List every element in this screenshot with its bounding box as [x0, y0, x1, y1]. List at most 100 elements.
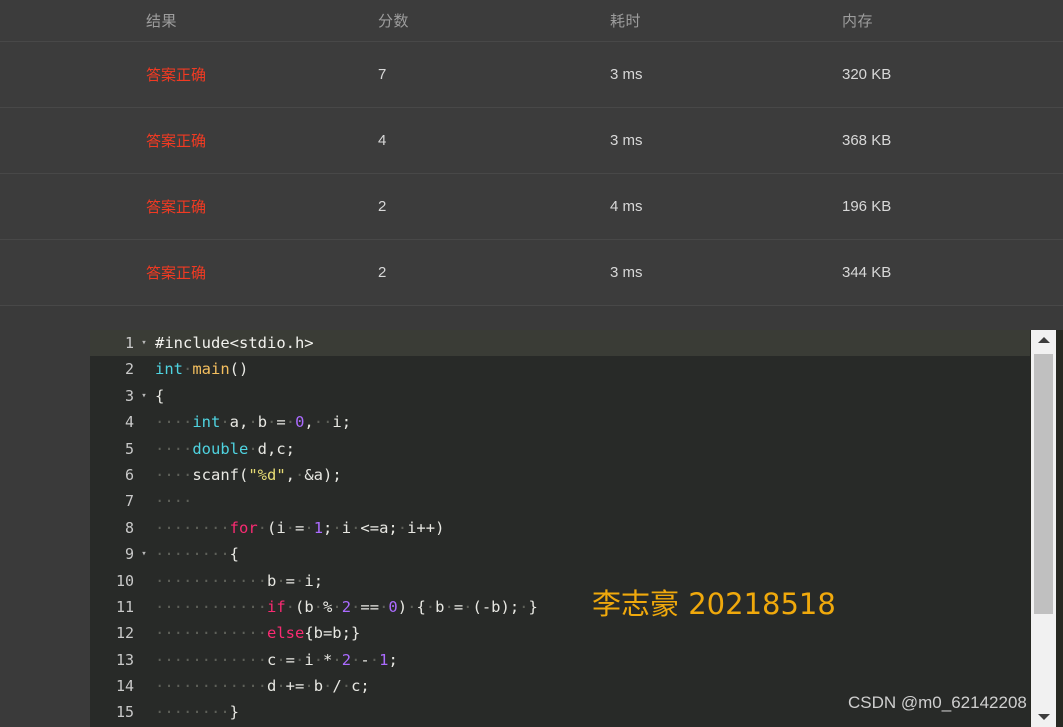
fold-toggle-icon[interactable]: ▾: [136, 330, 152, 356]
code-token: ·: [295, 571, 305, 590]
code-token: ·: [313, 597, 324, 616]
code-token: ········: [155, 518, 230, 537]
code-token: c;: [351, 677, 370, 696]
code-line[interactable]: 14 ············d·+=·b·/·c;: [90, 673, 1030, 699]
line-number: 7: [124, 492, 134, 511]
code-token: ,: [304, 413, 314, 432]
cell-time: 4 ms: [610, 198, 643, 215]
code-token: (b: [295, 597, 314, 616]
code-token: i;: [332, 413, 352, 432]
source-code-editor[interactable]: 1 ▾ #include<stdio.h> 2 int·main() 3 ▾{4 ····in…: [90, 330, 1063, 727]
line-number: 6: [124, 465, 134, 484]
code-token: =: [285, 650, 296, 669]
submission-results-table: 结果 分数 耗时 内存 答案正确 7 3 ms 320 KB 答案正确 4 3 …: [0, 0, 1063, 306]
column-header-time: 耗时: [610, 13, 642, 30]
code-line[interactable]: 6 ····scanf("%d",·&a);: [90, 462, 1030, 488]
code-token: ;: [323, 518, 333, 537]
code-token: ·: [248, 413, 258, 432]
code-token: int: [192, 413, 221, 432]
cell-time: 3 ms: [610, 132, 643, 149]
scroll-up-arrow-icon[interactable]: [1031, 330, 1056, 350]
code-token: ,: [285, 465, 295, 484]
editor-scrollbar[interactable]: [1031, 330, 1056, 727]
code-token: 2: [341, 597, 352, 616]
code-line[interactable]: 11 ············if·(b·%·2·==·0)·{·b·=·(-b)…: [90, 594, 1030, 620]
line-number: 12: [115, 624, 134, 643]
fold-toggle-icon[interactable]: ▾: [136, 541, 152, 567]
code-token: 0: [388, 597, 398, 616]
code-token: ·: [220, 413, 230, 432]
code-token: ·: [444, 597, 454, 616]
table-row[interactable]: 答案正确 2 3 ms 344 KB: [0, 240, 1063, 306]
code-line[interactable]: 15 ········}: [90, 699, 1030, 725]
code-line[interactable]: 5 ····double·d,c;: [90, 436, 1030, 462]
code-line[interactable]: 2 int·main(): [90, 356, 1030, 382]
code-token: ·: [425, 597, 436, 616]
code-token: ·: [295, 650, 305, 669]
code-content: ········}: [152, 699, 239, 725]
fold-toggle-icon[interactable]: ▾: [136, 383, 152, 409]
code-token: ············: [155, 624, 267, 643]
code-token: ·: [183, 360, 193, 379]
cell-verdict[interactable]: 答案正确: [146, 130, 378, 151]
scrollbar-thumb[interactable]: [1034, 354, 1053, 614]
code-line[interactable]: 10 ············b·=·i;: [90, 568, 1030, 594]
code-token: int: [155, 360, 183, 379]
scroll-down-arrow-icon[interactable]: [1031, 707, 1056, 727]
line-number: 1: [124, 334, 134, 352]
code-token: ········: [155, 703, 230, 722]
code-token: i: [304, 650, 314, 669]
table-row[interactable]: 答案正确 7 3 ms 320 KB: [0, 42, 1063, 108]
table-row[interactable]: 答案正确 2 4 ms 196 KB: [0, 174, 1063, 240]
code-token: ): [397, 597, 408, 616]
code-content: ····: [152, 488, 192, 514]
code-content: ············b·=·i;: [152, 568, 323, 594]
table-row[interactable]: 答案正确 4 3 ms 368 KB: [0, 108, 1063, 174]
code-token: ·: [519, 597, 529, 616]
code-token: ····: [155, 465, 193, 484]
code-token: ·: [463, 597, 473, 616]
table-header-row: 结果 分数 耗时 内存: [0, 0, 1063, 42]
code-line[interactable]: 13 ············c·=·i·*·2·-·1;: [90, 647, 1030, 673]
code-token: "%d": [248, 465, 286, 484]
code-content: #include<stdio.h>: [152, 330, 314, 356]
code-token: ·: [332, 597, 342, 616]
code-line[interactable]: 1 ▾ #include<stdio.h>: [90, 330, 1030, 357]
code-token: ············: [155, 677, 267, 696]
code-content: ············c·=·i·*·2·-·1;: [152, 647, 398, 673]
line-number: 5: [124, 439, 134, 458]
code-token: ·: [285, 597, 295, 616]
code-token: ·: [304, 518, 314, 537]
code-token: ·: [276, 571, 286, 590]
code-token: d,c;: [257, 439, 295, 458]
line-number: 10: [115, 571, 134, 590]
code-token: 0: [295, 413, 305, 432]
code-line[interactable]: 7 ····: [90, 488, 1030, 514]
cell-verdict[interactable]: 答案正确: [146, 64, 378, 85]
code-token: ==: [360, 597, 380, 616]
code-line[interactable]: 9 ▾ ········{: [90, 541, 1030, 567]
code-content: ············else{b=b;}: [152, 620, 360, 646]
cell-verdict[interactable]: 答案正确: [146, 262, 378, 283]
code-line[interactable]: 3 ▾{: [90, 383, 1030, 409]
cell-memory: 368 KB: [842, 132, 892, 149]
code-token: ·: [267, 413, 277, 432]
code-surface[interactable]: 1 ▾ #include<stdio.h> 2 int·main() 3 ▾{4 ····in…: [90, 330, 1030, 727]
code-token: a,: [229, 413, 249, 432]
cell-score: 2: [378, 198, 387, 215]
code-token: ·: [369, 650, 380, 669]
line-number: 9: [124, 545, 134, 564]
line-number: 8: [124, 518, 134, 537]
code-token: ····: [155, 413, 193, 432]
code-line[interactable]: 12 ············else{b=b;}: [90, 620, 1030, 646]
code-token: ·: [351, 597, 361, 616]
cell-verdict[interactable]: 答案正确: [146, 196, 378, 217]
code-token: =: [295, 518, 305, 537]
code-token: ·: [276, 650, 286, 669]
code-token: i: [341, 518, 352, 537]
code-token: ·: [379, 597, 389, 616]
code-token: (): [229, 360, 249, 379]
code-line[interactable]: 8 ········for·(i·=·1;·i·<=a;·i++): [90, 515, 1030, 541]
code-line[interactable]: 4 ····int·a,·b·=·0,··i;: [90, 409, 1030, 435]
column-header-memory: 内存: [842, 13, 874, 30]
